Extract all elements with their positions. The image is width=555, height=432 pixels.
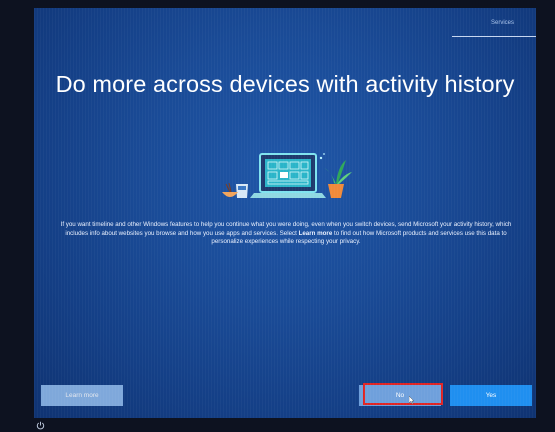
laptop-plant-illustration-icon bbox=[222, 153, 352, 198]
step-label: Services bbox=[490, 20, 514, 26]
step-indicator-line bbox=[452, 36, 536, 37]
description-learn-more: Learn more bbox=[298, 229, 333, 237]
top-bar: Services bbox=[34, 8, 536, 37]
oobe-screen: Services Do more across devices with act… bbox=[34, 8, 536, 418]
page-title: Do more across devices with activity his… bbox=[55, 71, 515, 97]
learn-more-button[interactable]: Learn more bbox=[41, 385, 123, 406]
mouse-cursor-icon bbox=[409, 396, 415, 404]
highlight-box bbox=[363, 383, 443, 405]
yes-button[interactable]: Yes bbox=[450, 385, 532, 406]
description-text: If you want timeline and other Windows f… bbox=[54, 221, 518, 247]
power-icon[interactable] bbox=[36, 421, 45, 430]
